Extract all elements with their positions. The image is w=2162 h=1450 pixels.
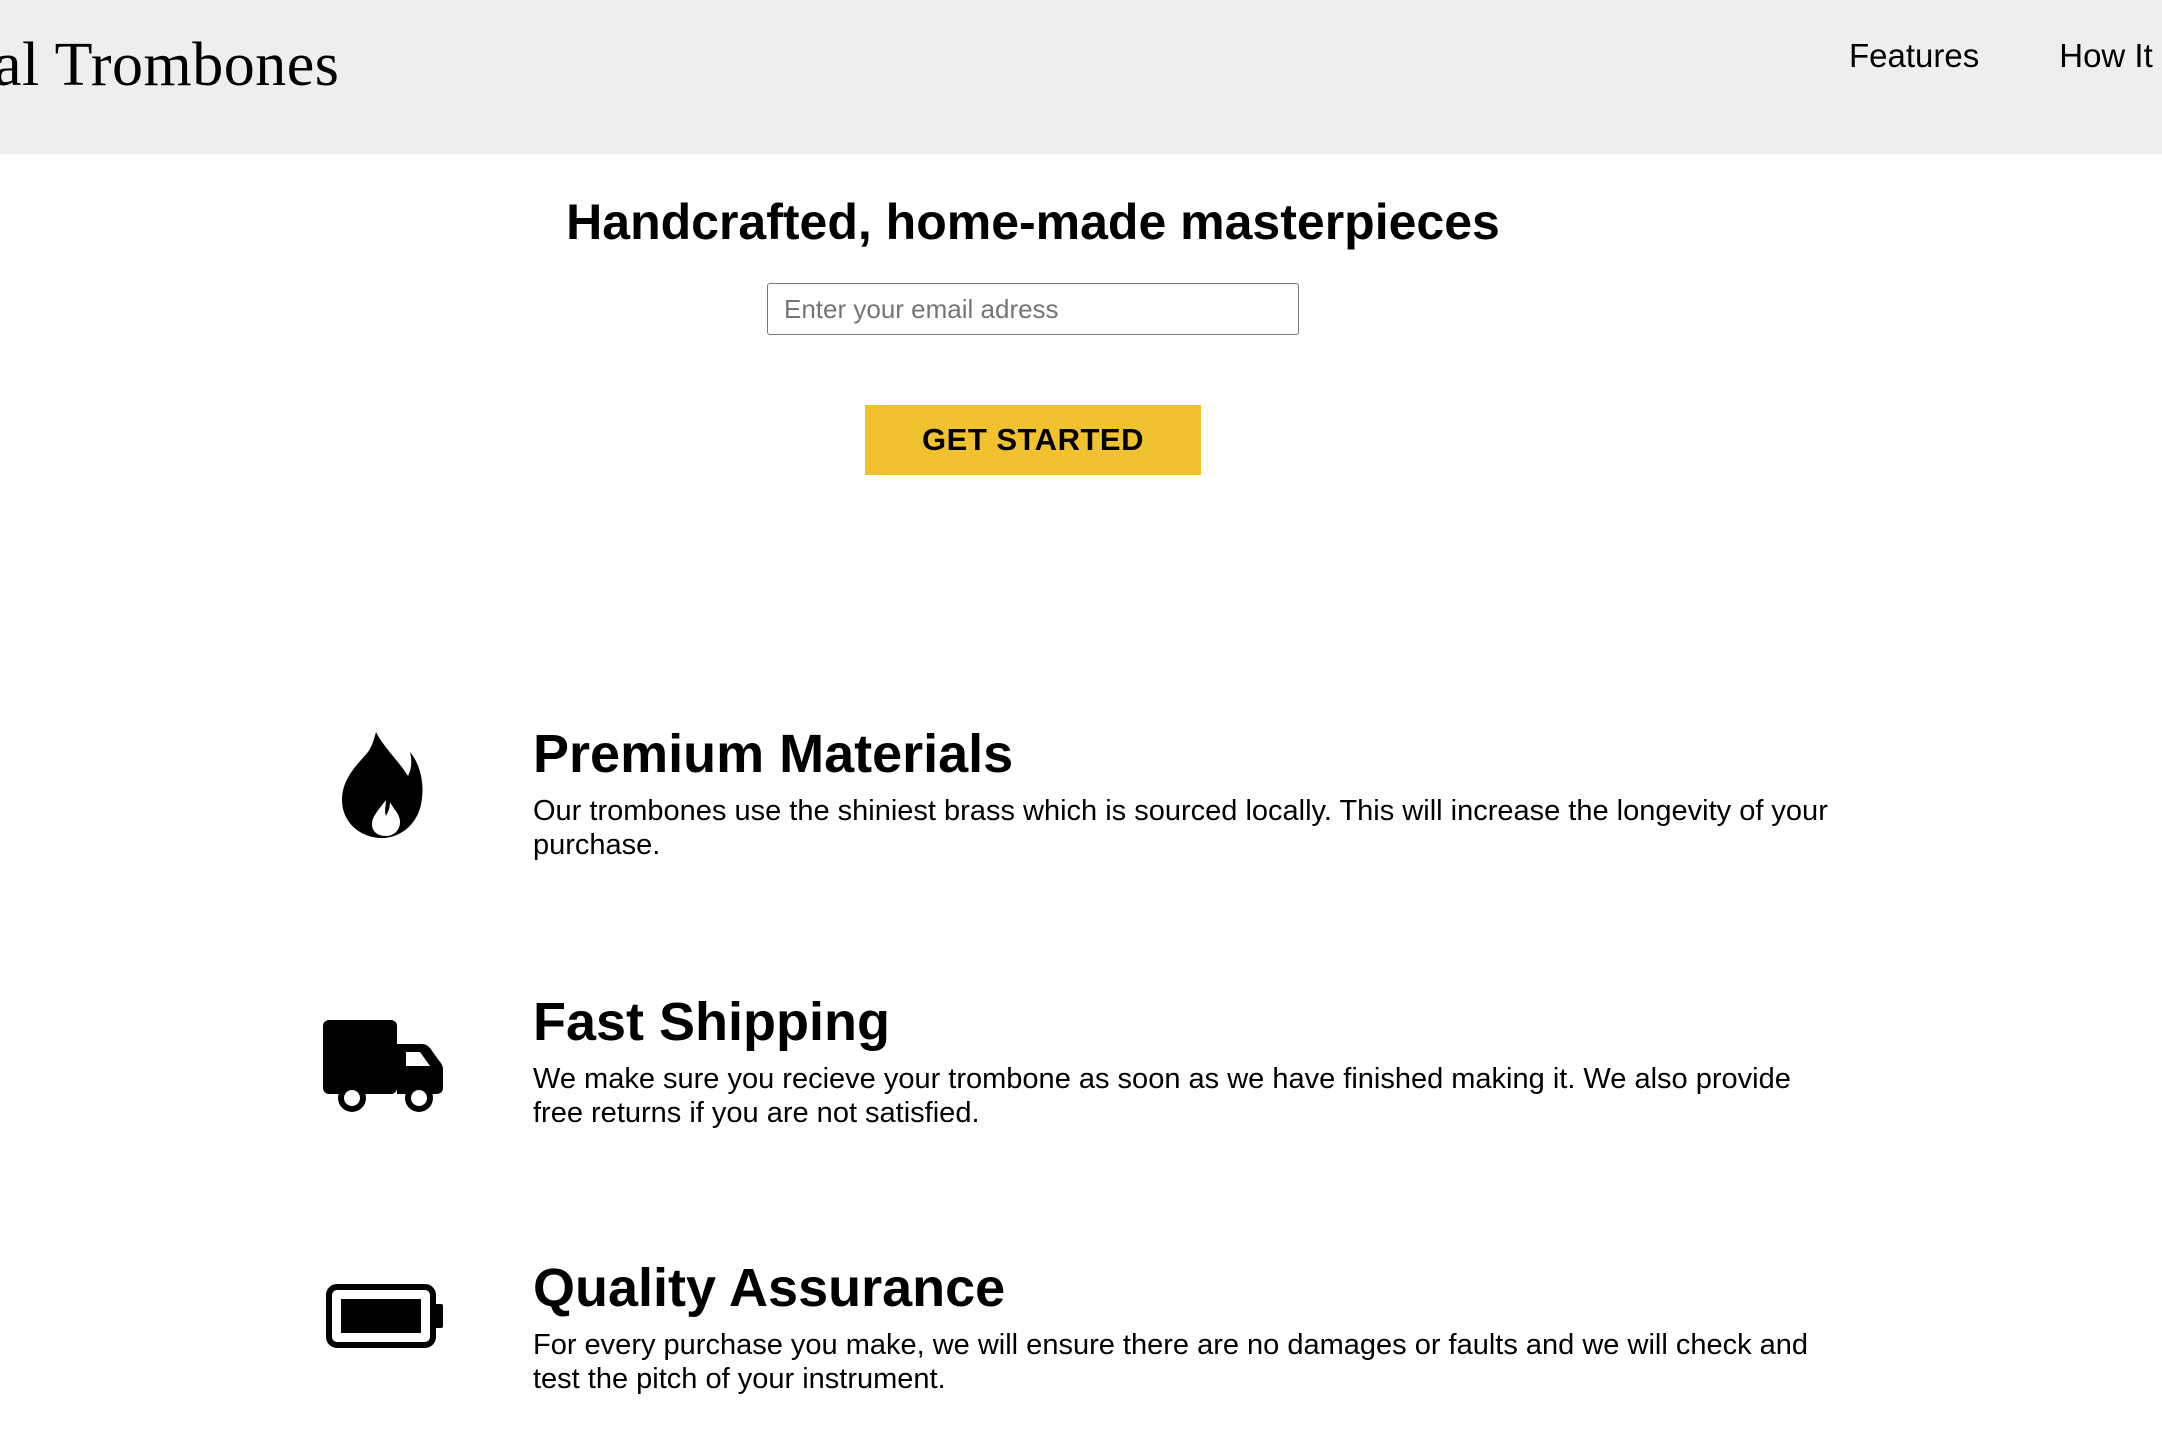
feature-description: Our trombones use the shiniest brass whi… [533,795,1828,861]
get-started-button[interactable]: GET STARTED [865,405,1201,475]
feature-title: Premium Materials [533,724,1014,784]
hero-title: Handcrafted, home-made masterpieces [566,194,1500,250]
feature-description: We make sure you recieve your trombone a… [533,1063,1791,1129]
email-input[interactable] [767,283,1299,335]
feature-description: For every purchase you make, we will ens… [533,1329,1809,1395]
feature-title: Fast Shipping [533,992,890,1052]
battery-full-icon [326,1284,443,1348]
nav-link-features[interactable]: Features [1849,36,1979,76]
feature-title: Quality Assurance [533,1258,1006,1318]
site-logo[interactable]: al Trombones [0,28,339,102]
nav-bar: Features How It W [1849,36,2162,76]
nav-link-how-it-works[interactable]: How It W [2059,36,2162,76]
site-header: al Trombones Features How It W [0,0,2162,154]
fire-icon [342,732,423,838]
truck-icon [323,1020,443,1112]
